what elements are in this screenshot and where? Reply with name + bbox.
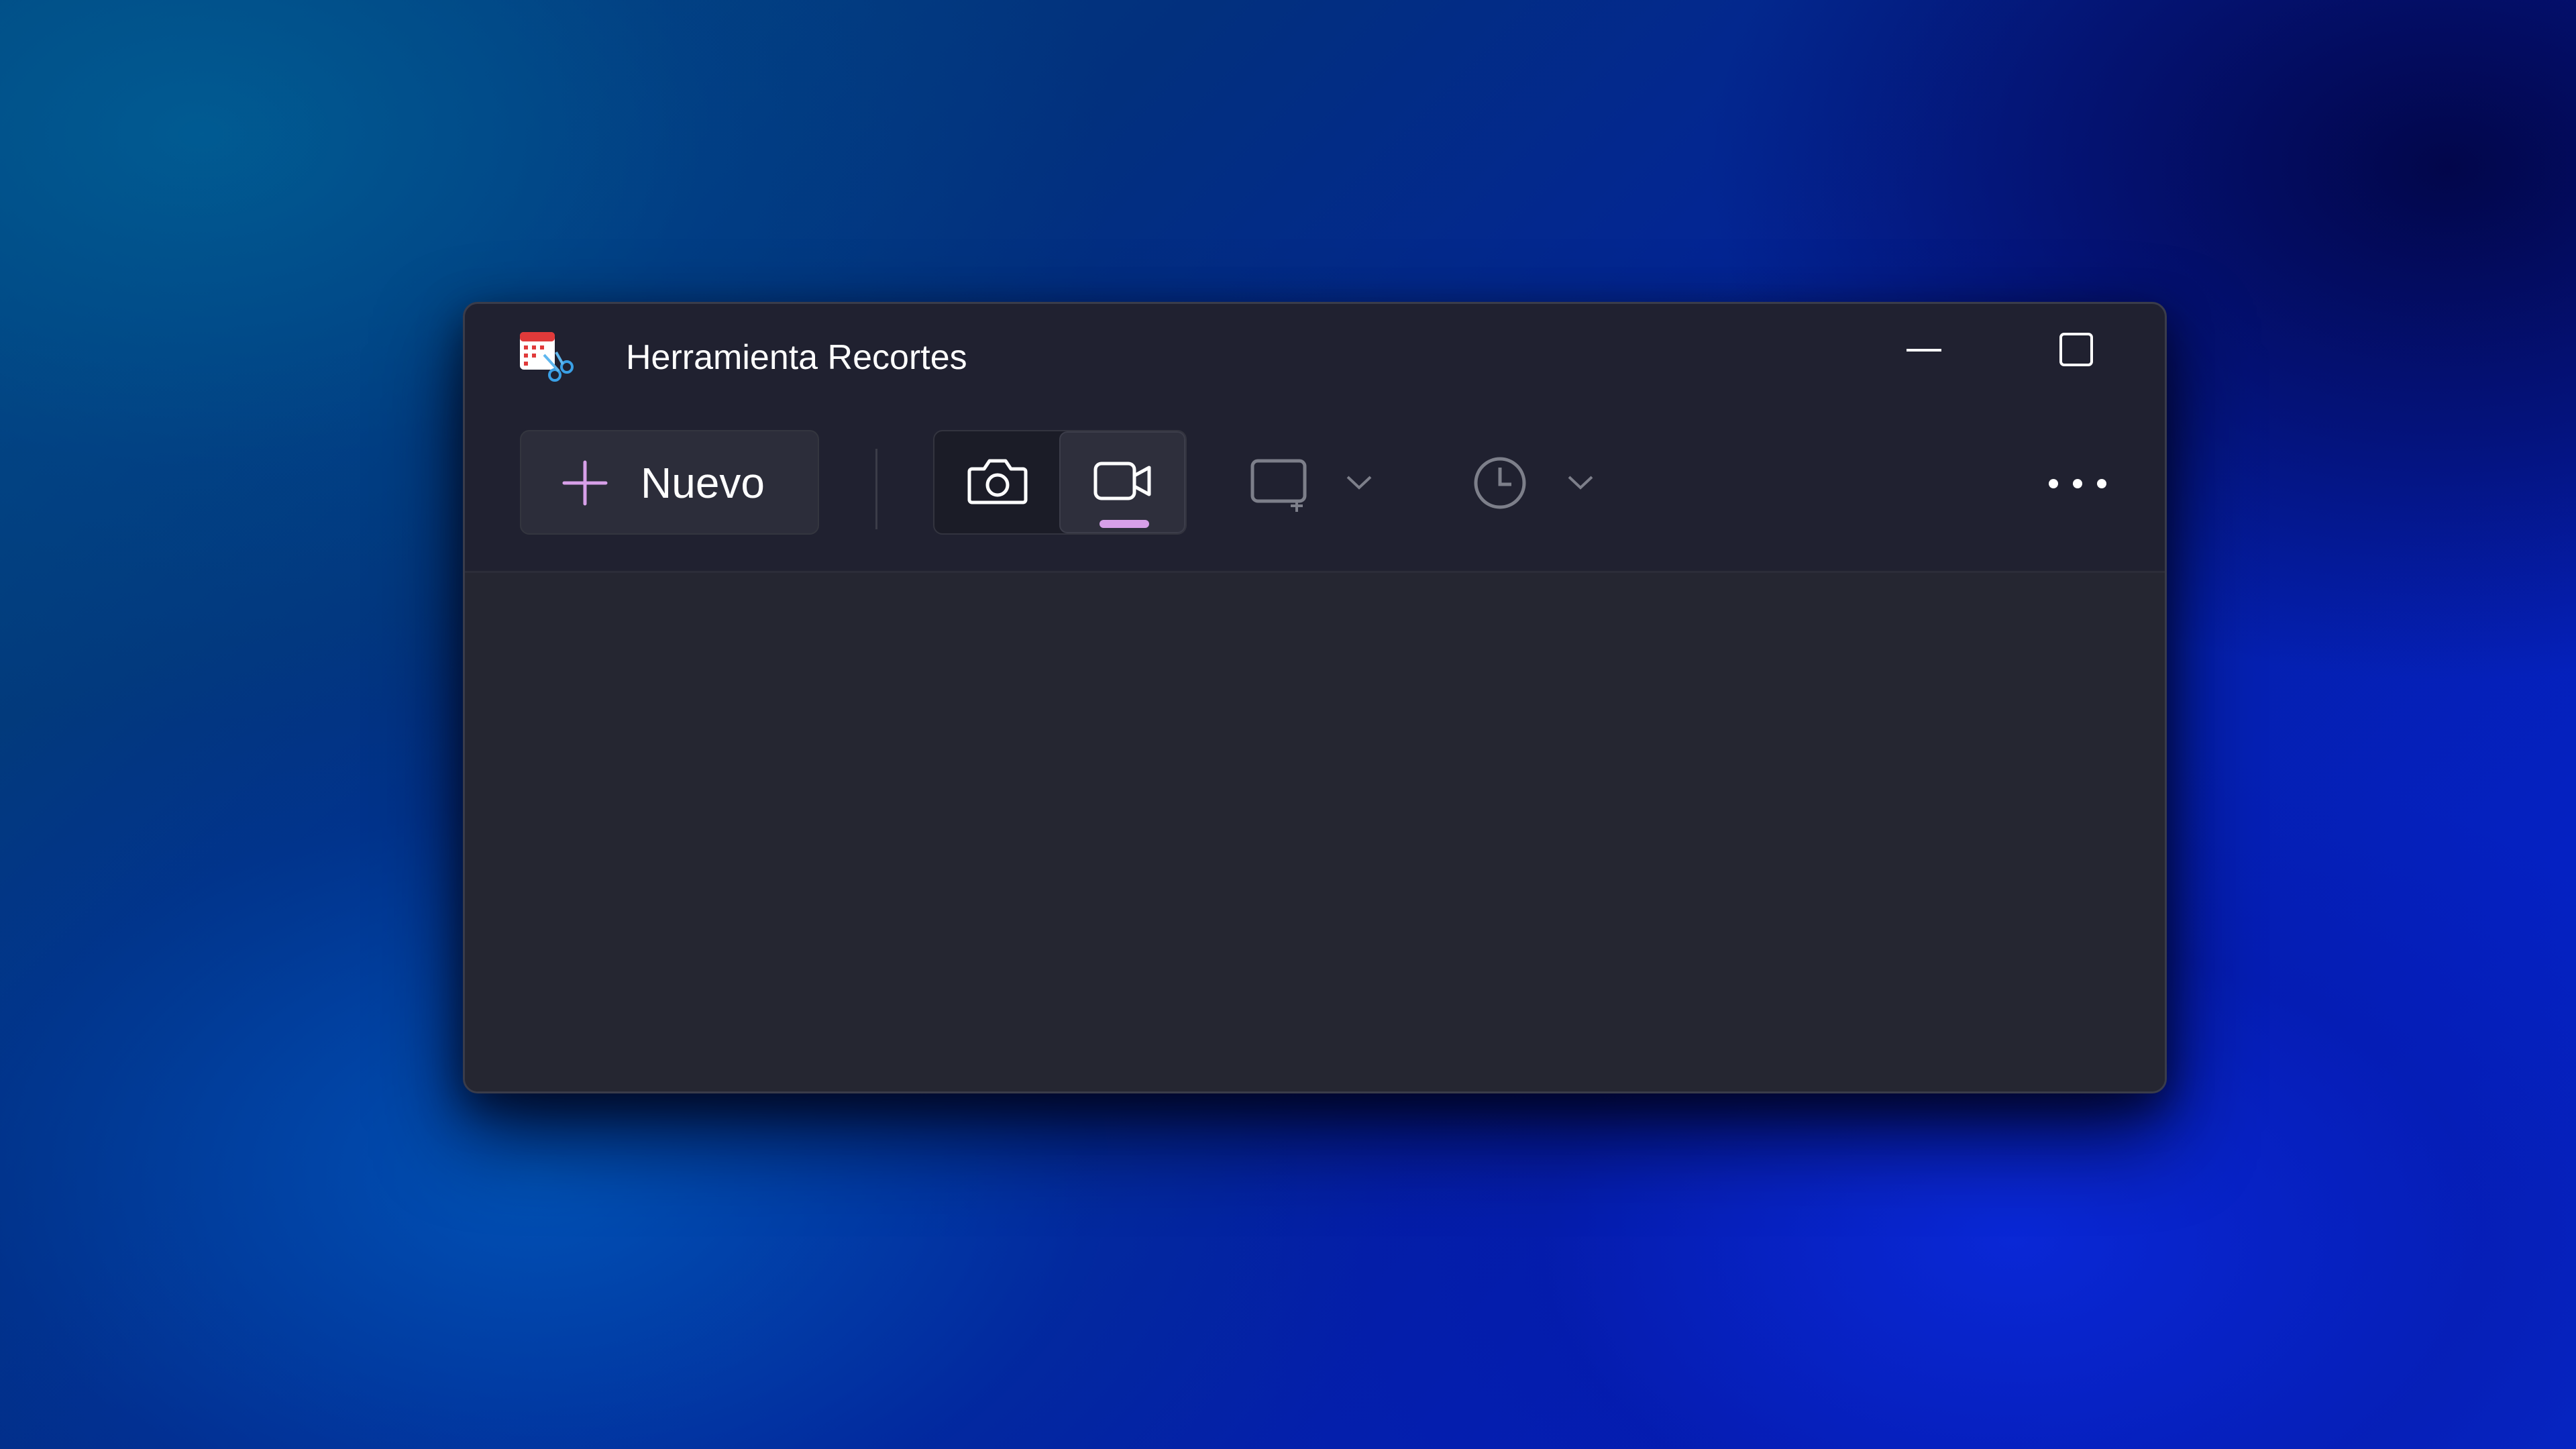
more-options-button[interactable] [2037,451,2118,519]
snipping-tool-window: Herramienta Recortes Nuevo [463,302,2167,1093]
desktop-background: Herramienta Recortes Nuevo [0,0,2576,1449]
delay-dropdown[interactable] [1470,430,1631,535]
maximize-icon [2058,331,2096,372]
chevron-down-icon [1342,466,1376,503]
rectangle-snip-icon [1248,455,1313,517]
snipping-tool-icon [517,328,575,386]
title-bar[interactable]: Herramienta Recortes [465,304,2165,411]
maximize-button[interactable] [2033,315,2121,388]
minimize-button[interactable] [1880,315,1968,388]
new-snip-button[interactable]: Nuevo [520,430,819,535]
minimize-icon [1905,331,1943,372]
plus-icon [561,460,608,506]
toolbar-separator [875,449,877,529]
more-icon [2045,474,2110,497]
window-title: Herramienta Recortes [626,338,967,377]
screenshot-mode-button[interactable] [934,431,1061,533]
capture-mode-toggle [933,430,1187,535]
clock-icon [1470,453,1530,517]
new-snip-label: Nuevo [641,459,765,507]
video-camera-icon [1091,454,1153,511]
snip-shape-dropdown[interactable] [1248,430,1409,535]
camera-icon [967,454,1028,511]
snip-content-area [465,573,2165,1091]
chevron-down-icon [1564,466,1597,503]
active-mode-indicator [1099,520,1149,528]
video-mode-button[interactable] [1059,431,1185,533]
